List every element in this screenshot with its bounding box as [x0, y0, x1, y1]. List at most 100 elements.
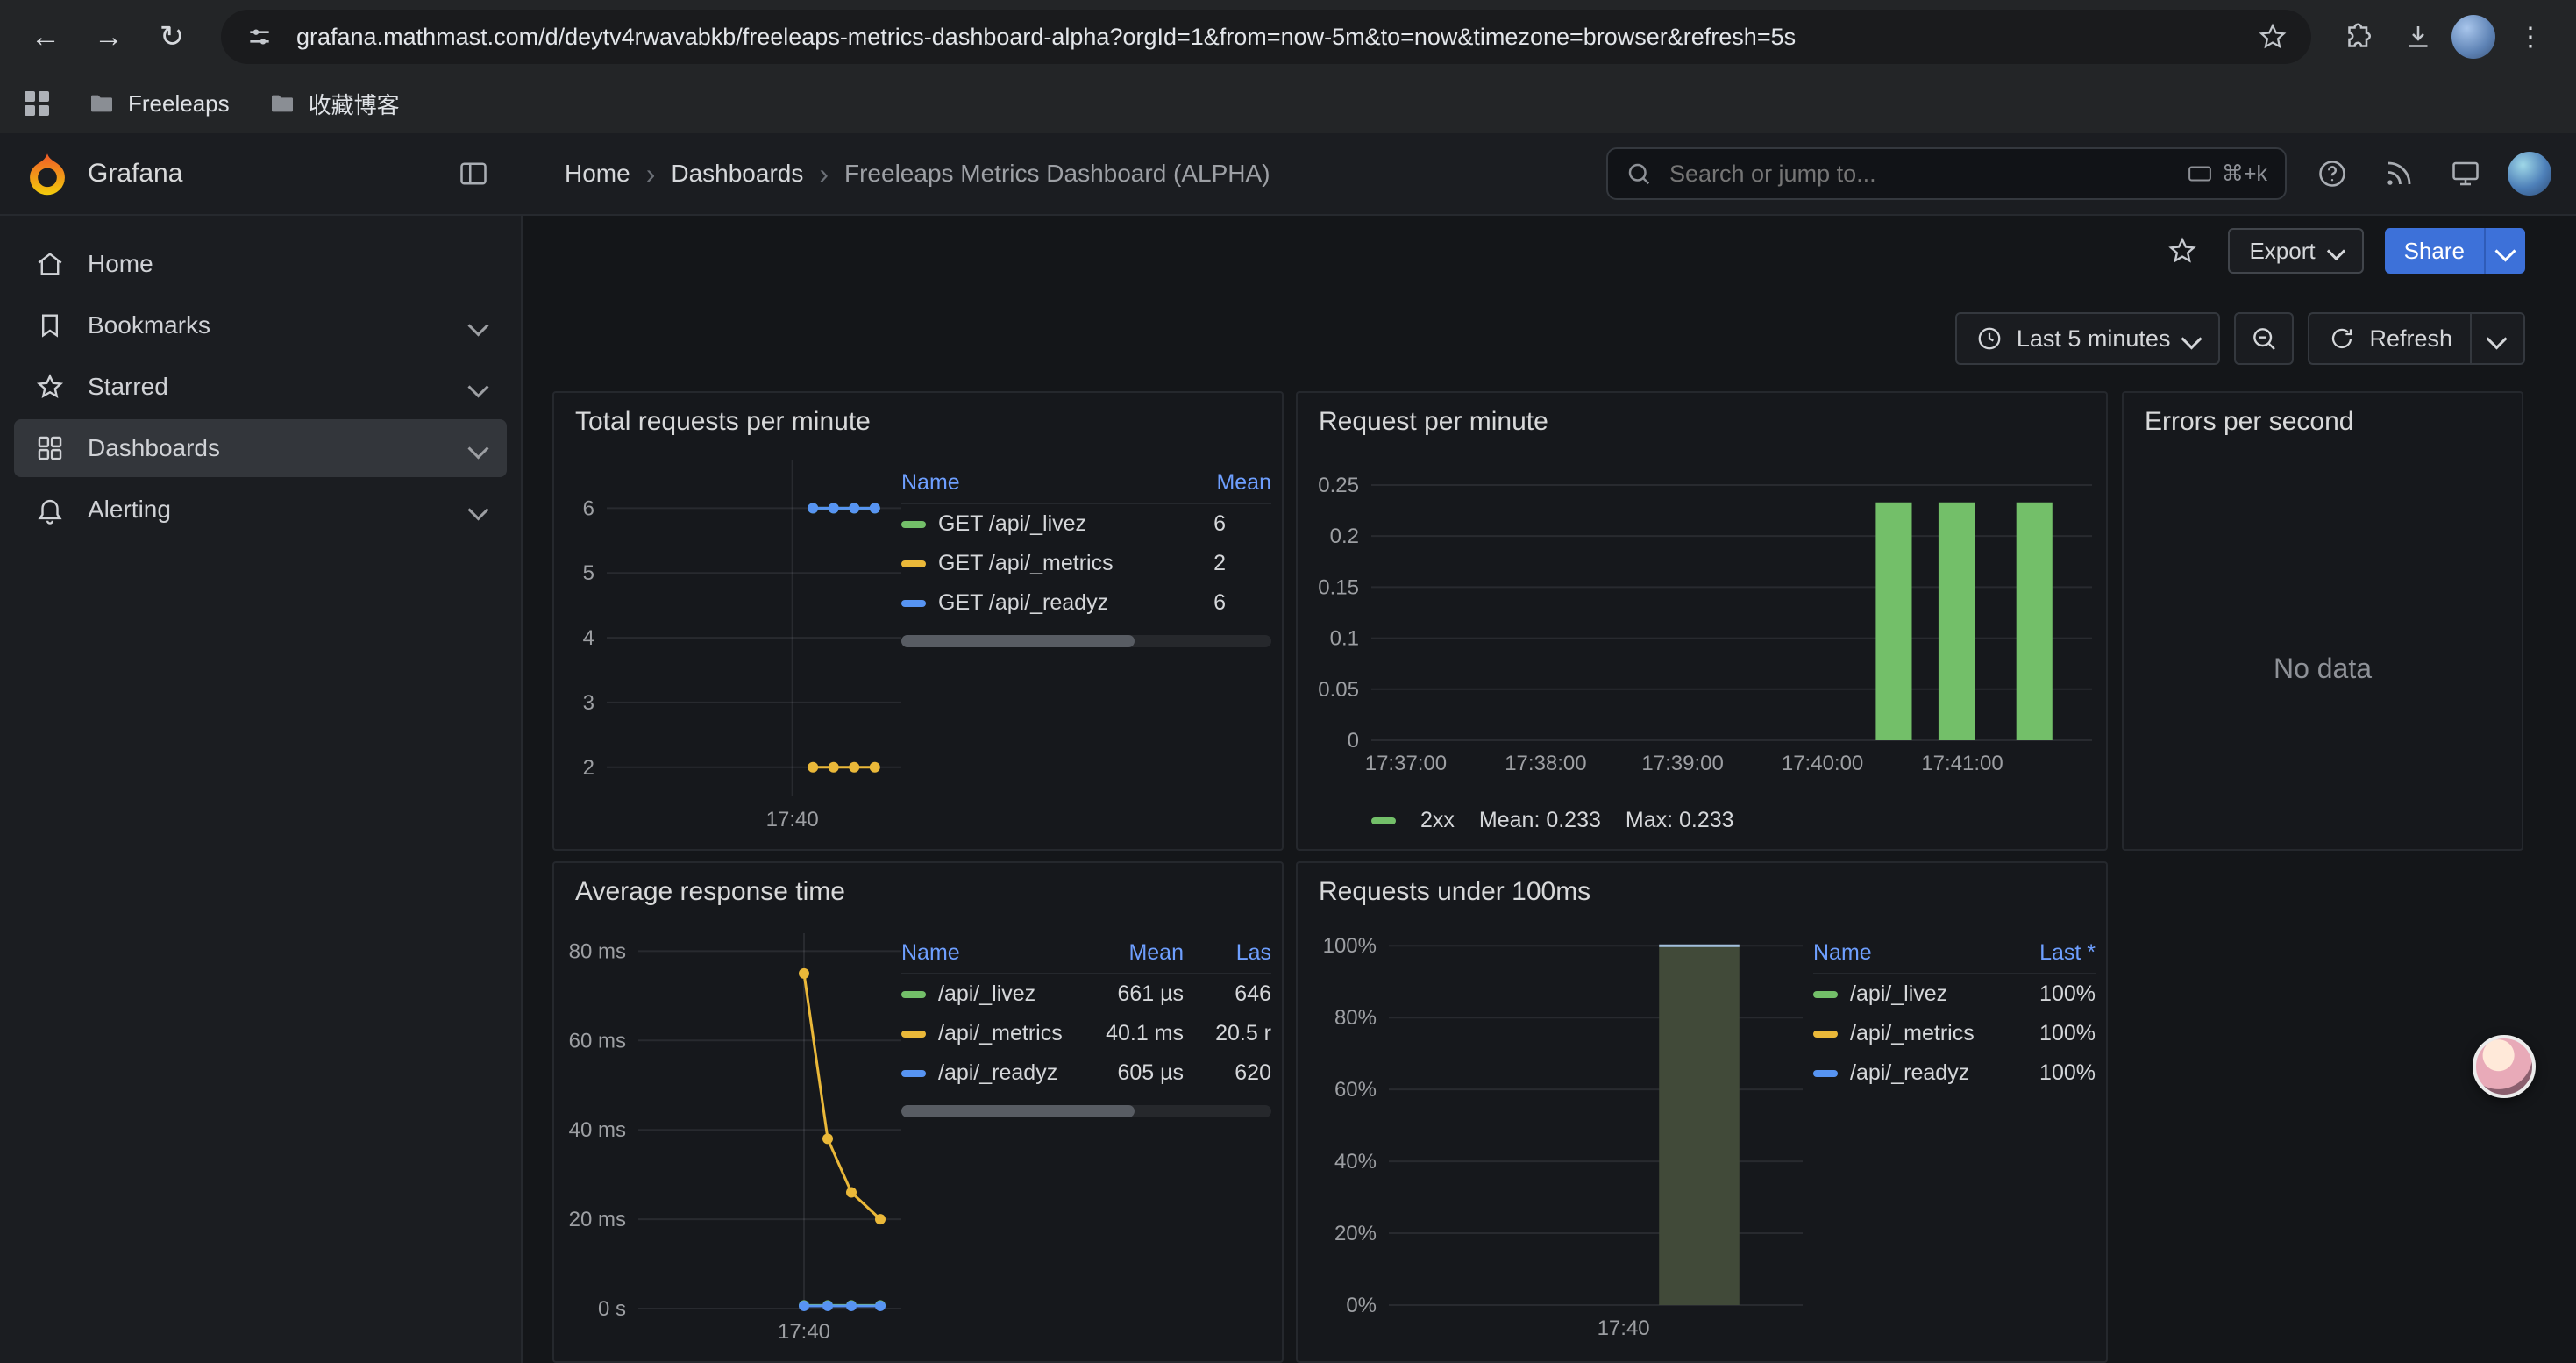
legend-value: 2: [1166, 544, 1271, 583]
sidebar-item-bookmarks[interactable]: Bookmarks: [14, 296, 507, 354]
browser-profile-avatar[interactable]: [2451, 15, 2495, 59]
user-avatar[interactable]: [2508, 152, 2551, 196]
series-swatch: [901, 991, 926, 998]
breadcrumb-home[interactable]: Home: [565, 160, 630, 188]
site-settings-icon[interactable]: [242, 11, 277, 63]
chevron-down-icon[interactable]: [467, 438, 488, 459]
legend-table: NameMeanLas/api/_livez661 µs646/api/_met…: [901, 933, 1271, 1117]
series-max: Max: 0.233: [1626, 808, 1734, 833]
svg-text:17:38:00: 17:38:00: [1505, 752, 1586, 775]
browser-menu-icon[interactable]: ⋮: [2502, 9, 2558, 65]
refresh-button[interactable]: Refresh: [2308, 312, 2525, 365]
series-name[interactable]: /api/_metrics: [901, 1014, 1068, 1053]
share-button-label[interactable]: Share: [2385, 228, 2484, 274]
sidebar-item-label: Bookmarks: [88, 311, 210, 339]
share-button[interactable]: Share: [2385, 228, 2525, 274]
legend-column-header[interactable]: Las: [1184, 933, 1271, 974]
bell-icon: [35, 495, 65, 525]
reload-icon[interactable]: ↻: [144, 9, 200, 65]
series-name[interactable]: GET /api/_livez: [901, 503, 1166, 544]
legend-column-header[interactable]: Name: [901, 463, 1166, 503]
svg-text:17:40: 17:40: [778, 1320, 830, 1344]
legend-value: 40.1 ms: [1068, 1014, 1184, 1053]
export-button[interactable]: Export: [2228, 228, 2363, 274]
series-swatch: [1813, 1070, 1838, 1077]
legend-value: 6: [1166, 583, 1271, 623]
chevron-down-icon[interactable]: [467, 499, 488, 520]
address-bar[interactable]: [221, 10, 2311, 64]
bar-chart-canvas[interactable]: 0.250.20.150.10.05017:37:0017:38:0017:39…: [1305, 442, 2103, 800]
panel-title[interactable]: Average response time: [554, 863, 1282, 907]
search-input[interactable]: [1666, 159, 2173, 189]
time-range-picker[interactable]: Last 5 minutes: [1955, 312, 2221, 365]
breadcrumb-dashboards[interactable]: Dashboards: [671, 160, 803, 188]
legend-row: 2xx Mean: 0.233 Max: 0.233: [1371, 808, 1734, 833]
news-rss-icon[interactable]: [2374, 149, 2423, 198]
grafana-logo[interactable]: [25, 151, 70, 196]
svg-text:0.05: 0.05: [1318, 678, 1359, 702]
sidebar-item-dashboards[interactable]: Dashboards: [14, 419, 507, 477]
series-name[interactable]: 2xx: [1420, 808, 1455, 833]
series-swatch: [901, 560, 926, 567]
home-icon: [35, 249, 65, 279]
svg-text:60%: 60%: [1334, 1078, 1377, 1102]
bar-chart-canvas[interactable]: 100%80%60%40%20%0%17:40: [1305, 912, 1813, 1358]
legend-scrollbar[interactable]: [901, 1105, 1271, 1117]
series-name[interactable]: /api/_readyz: [1813, 1053, 1997, 1093]
downloads-icon[interactable]: [2392, 11, 2444, 63]
svg-text:80 ms: 80 ms: [569, 939, 626, 963]
sidebar-item-alerting[interactable]: Alerting: [14, 481, 507, 539]
grafana-header-left: Grafana: [0, 149, 523, 198]
search-box[interactable]: ⌘+k: [1606, 147, 2287, 200]
legend-column-header[interactable]: Last *: [1997, 933, 2096, 974]
sidebar-toggle-icon[interactable]: [449, 149, 498, 198]
line-chart-canvas[interactable]: 80 ms60 ms40 ms20 ms0 s17:40: [561, 912, 912, 1358]
panel-title[interactable]: Requests under 100ms: [1298, 863, 2106, 907]
series-name[interactable]: /api/_livez: [901, 974, 1068, 1014]
bookmark-folder-freeleaps[interactable]: Freeleaps: [88, 89, 230, 118]
search-icon: [1626, 161, 1652, 187]
series-name[interactable]: /api/_livez: [1813, 974, 1997, 1014]
series-name[interactable]: /api/_metrics: [1813, 1014, 1997, 1053]
legend-row: /api/_livez661 µs646: [901, 974, 1271, 1014]
apps-icon[interactable]: [25, 91, 49, 116]
zoom-out-button[interactable]: [2234, 312, 2294, 365]
panel-title[interactable]: Errors per second: [2124, 393, 2522, 437]
series-name[interactable]: /api/_readyz: [901, 1053, 1068, 1093]
legend-scrollbar[interactable]: [901, 635, 1271, 647]
panel-title[interactable]: Total requests per minute: [554, 393, 1282, 437]
panel-title[interactable]: Request per minute: [1298, 393, 2106, 437]
clock-icon: [1976, 325, 2003, 352]
legend-column-header[interactable]: Mean: [1166, 463, 1271, 503]
legend-column-header[interactable]: Name: [901, 933, 1068, 974]
series-name[interactable]: GET /api/_readyz: [901, 583, 1166, 623]
back-icon[interactable]: ←: [18, 9, 74, 65]
share-menu-caret[interactable]: [2484, 228, 2525, 274]
svg-text:17:37:00: 17:37:00: [1365, 752, 1447, 775]
monitor-icon[interactable]: [2441, 149, 2490, 198]
extensions-icon[interactable]: [2332, 11, 2385, 63]
chevron-down-icon[interactable]: [467, 315, 488, 336]
url-input[interactable]: [293, 22, 2239, 53]
line-chart-canvas[interactable]: 6543217:40: [561, 442, 912, 838]
dashboards-grid-icon: [35, 433, 65, 463]
svg-text:20%: 20%: [1334, 1222, 1377, 1245]
bookmark-folder-blogs[interactable]: 收藏博客: [268, 88, 400, 120]
forward-icon[interactable]: →: [81, 9, 137, 65]
series-name[interactable]: GET /api/_metrics: [901, 544, 1166, 583]
sidebar-item-home[interactable]: Home: [14, 235, 507, 293]
help-icon[interactable]: [2308, 149, 2357, 198]
keyboard-icon: [2187, 161, 2213, 187]
sidebar-item-starred[interactable]: Starred: [14, 358, 507, 416]
favorite-star-icon[interactable]: [2158, 226, 2207, 275]
chevron-down-icon[interactable]: [467, 376, 488, 397]
legend-column-header[interactable]: Name: [1813, 933, 1997, 974]
svg-text:0.2: 0.2: [1330, 525, 1359, 548]
bookmark-star-icon[interactable]: [2255, 11, 2290, 63]
breadcrumb: Home › Dashboards › Freeleaps Metrics Da…: [565, 160, 1270, 188]
star-icon: [35, 372, 65, 402]
svg-text:4: 4: [583, 626, 594, 650]
panel-errors-per-second: Errors per second No data: [2122, 391, 2523, 851]
assistant-avatar[interactable]: [2473, 1035, 2536, 1098]
legend-column-header[interactable]: Mean: [1068, 933, 1184, 974]
